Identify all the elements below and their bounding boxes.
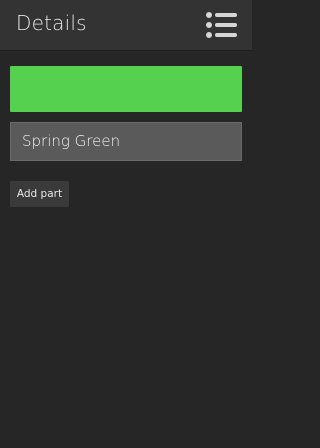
list-icon xyxy=(206,12,237,38)
page-title: Details xyxy=(16,11,87,35)
add-part-button[interactable]: Add part xyxy=(10,181,69,207)
color-name-field[interactable]: Spring Green xyxy=(10,122,242,161)
top-bar: Details xyxy=(0,0,252,51)
list-menu-button[interactable] xyxy=(204,10,238,40)
color-swatch[interactable] xyxy=(10,66,242,112)
